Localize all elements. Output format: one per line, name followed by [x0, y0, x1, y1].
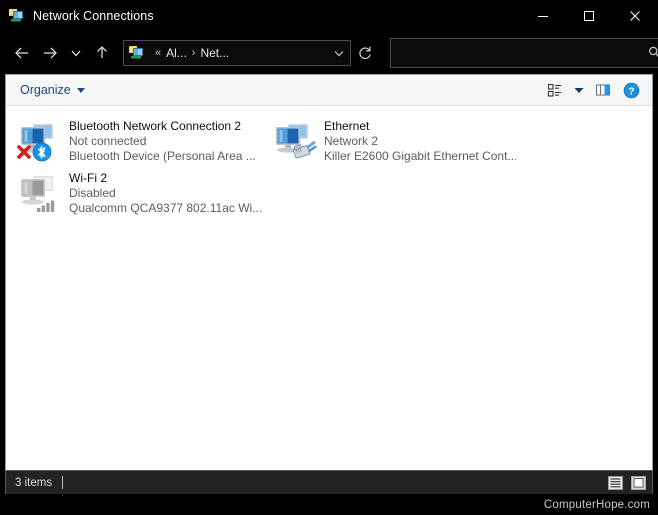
explorer-window: Network Connections « Al... › Net... Org…: [0, 0, 658, 515]
list-item-text: Wi-Fi 2 Disabled Qualcomm QCA9377 802.11…: [69, 168, 261, 216]
up-button[interactable]: [88, 39, 116, 67]
list-item-status: Not connected: [69, 134, 147, 148]
window-title: Network Connections: [33, 8, 154, 23]
view-buttons-group: [605, 474, 648, 492]
back-button[interactable]: [8, 39, 36, 67]
list-item-status: Disabled: [69, 186, 116, 200]
status-divider: [62, 476, 64, 489]
large-icons-view-button[interactable]: [628, 474, 648, 492]
close-button[interactable]: [612, 0, 658, 31]
watermark-text: ComputerHope.com: [543, 498, 650, 511]
network-adapter-wifi-disabled-icon: [15, 168, 63, 216]
address-bar[interactable]: « Al... › Net...: [123, 39, 351, 66]
list-item-status: Network 2: [324, 134, 379, 148]
list-item-text: Bluetooth Network Connection 2 Not conne…: [69, 116, 261, 164]
status-bar: 3 items: [5, 470, 653, 494]
address-network-connections-icon: [129, 45, 145, 61]
window-controls: [520, 0, 658, 31]
refresh-button[interactable]: [351, 40, 379, 66]
list-item[interactable]: Wi-Fi 2 Disabled Qualcomm QCA9377 802.11…: [6, 166, 261, 218]
list-item-name: Bluetooth Network Connection 2: [69, 119, 242, 133]
minimize-button[interactable]: [520, 0, 566, 31]
breadcrumb-item-0[interactable]: Al...: [166, 46, 187, 60]
forward-button[interactable]: [36, 39, 64, 67]
item-count: 3 items: [15, 476, 53, 489]
svg-text:?: ?: [628, 85, 634, 97]
toolbar-right-group: ?: [542, 78, 644, 102]
items-grid: Bluetooth Network Connection 2 Not conne…: [6, 114, 652, 218]
list-item[interactable]: Ethernet Network 2 Killer E2600 Gigabit …: [261, 114, 516, 166]
view-dropdown-button[interactable]: [570, 78, 588, 102]
network-adapter-ethernet-icon: [270, 116, 318, 164]
details-view-button[interactable]: [605, 474, 625, 492]
list-item-device: Qualcomm QCA9377 802.11ac Wi...: [69, 201, 261, 215]
title-bar: Network Connections: [0, 0, 658, 31]
list-item-name: Ethernet: [324, 119, 370, 133]
navigation-bar: « Al... › Net...: [0, 31, 658, 74]
search-icon[interactable]: [641, 45, 658, 60]
chevron-down-icon[interactable]: [328, 46, 350, 60]
preview-pane-button[interactable]: [590, 78, 616, 102]
search-input[interactable]: [391, 38, 641, 67]
breadcrumb-overflow[interactable]: «: [150, 47, 166, 59]
list-item-device: Bluetooth Device (Personal Area ...: [69, 149, 256, 163]
maximize-button[interactable]: [566, 0, 612, 31]
list-item-device: Killer E2600 Gigabit Ethernet Cont...: [324, 149, 516, 163]
list-item[interactable]: Bluetooth Network Connection 2 Not conne…: [6, 114, 261, 166]
help-button[interactable]: ?: [618, 78, 644, 102]
chevron-down-icon: [76, 87, 85, 93]
recent-locations-button[interactable]: [64, 39, 88, 67]
organize-button[interactable]: Organize: [16, 80, 89, 100]
watermark-bar: ComputerHope.com: [0, 494, 658, 515]
network-connections-icon: [9, 8, 25, 24]
list-item-name: Wi-Fi 2: [69, 171, 107, 185]
breadcrumb-item-1[interactable]: Net...: [200, 46, 229, 60]
items-view[interactable]: Bluetooth Network Connection 2 Not conne…: [6, 106, 652, 470]
content-frame: Organize ? Bluetooth Network Connection …: [5, 74, 653, 470]
network-adapter-bluetooth-disconnected-icon: [15, 116, 63, 164]
search-box[interactable]: [390, 37, 658, 68]
organize-label: Organize: [20, 83, 71, 97]
command-toolbar: Organize ?: [6, 75, 652, 106]
list-item-text: Ethernet Network 2 Killer E2600 Gigabit …: [324, 116, 516, 164]
view-options-button[interactable]: [542, 78, 568, 102]
breadcrumb-separator: ›: [191, 46, 196, 59]
